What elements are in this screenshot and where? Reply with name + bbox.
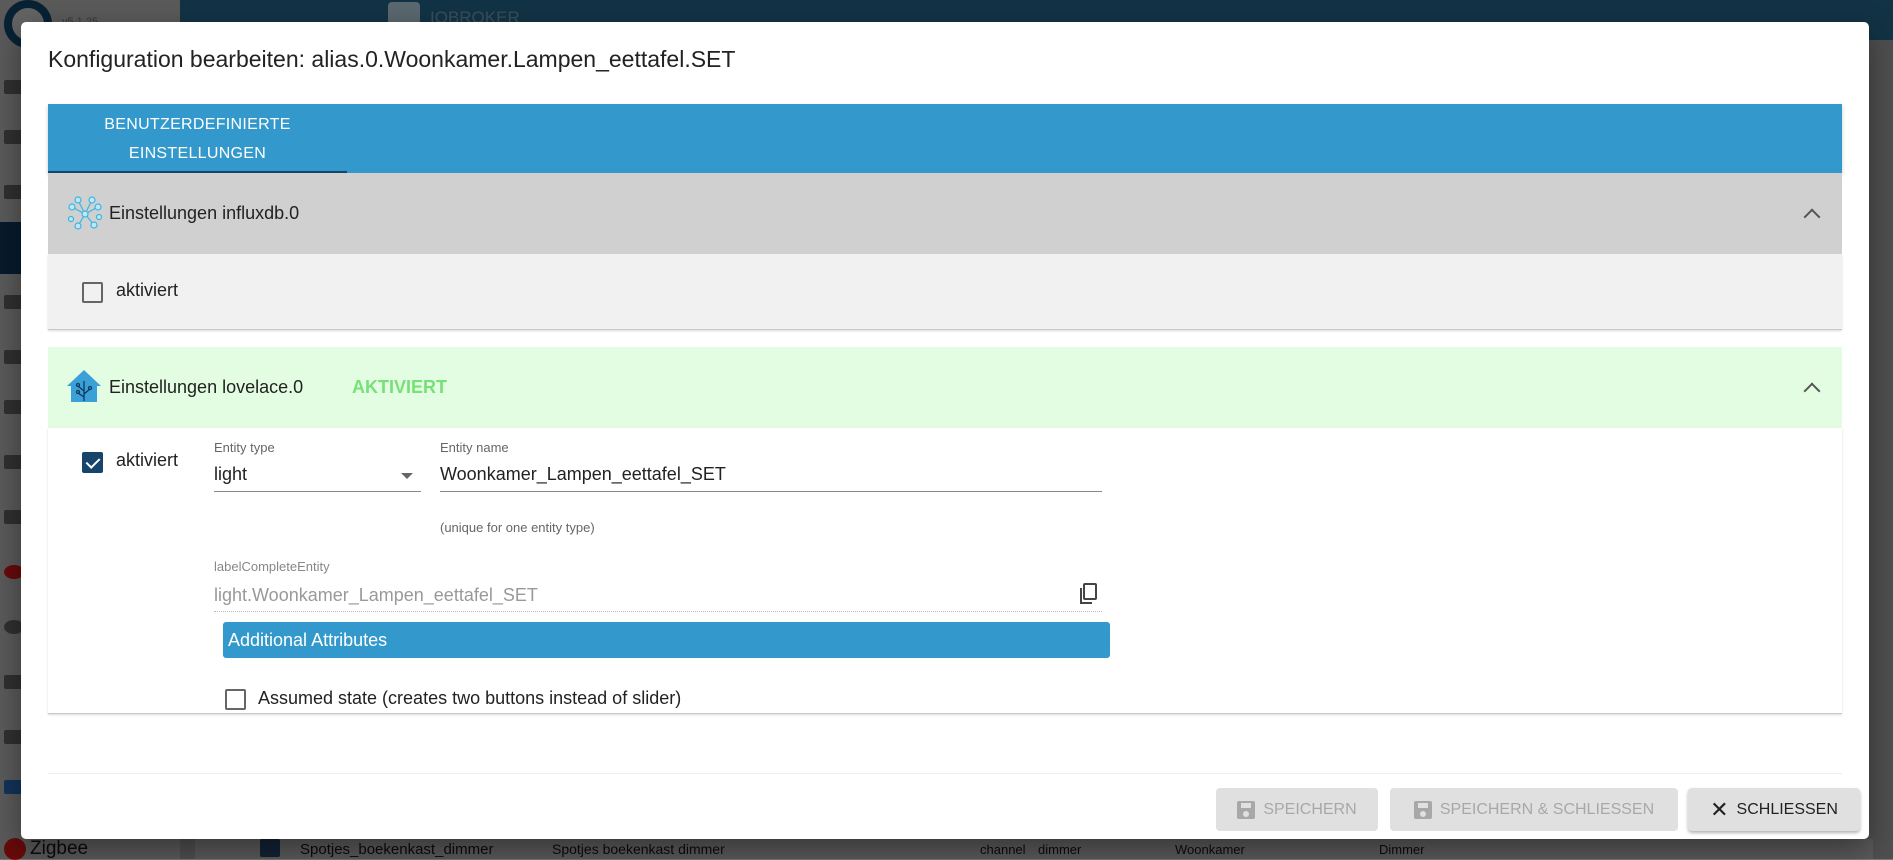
additional-attributes-header[interactable]: Additional Attributes [223, 622, 1110, 658]
complete-entity-value: light.Woonkamer_Lampen_eettafel_SET [214, 585, 538, 605]
chevron-up-icon[interactable] [1803, 382, 1821, 400]
entity-type-label: Entity type [214, 440, 275, 455]
influxdb-icon [67, 196, 103, 230]
chevron-up-icon[interactable] [1803, 208, 1821, 226]
next-panel-edge [48, 773, 1842, 775]
dropdown-arrow-icon [401, 473, 413, 479]
entity-name-value: Woonkamer_Lampen_eettafel_SET [440, 464, 726, 484]
tab-custom-settings[interactable]: BENUTZERDEFINIERTE EINSTELLUNGEN [48, 104, 347, 173]
panel-body-lovelace: aktiviert Entity type light Entity name … [48, 428, 1842, 714]
save-button[interactable]: SPEICHERN [1216, 788, 1378, 831]
tab-label: EINSTELLUNGEN [128, 145, 267, 162]
save-and-close-button[interactable]: SPEICHERN & SCHLIESSEN [1390, 788, 1678, 831]
save-icon [1413, 800, 1432, 819]
checkbox-label: aktiviert [116, 450, 179, 470]
close-button[interactable]: ✕ SCHLIESSEN [1688, 788, 1860, 831]
tab-bar: BENUTZERDEFINIERTE EINSTELLUNGEN [48, 104, 1842, 173]
checkbox-label: aktiviert [116, 280, 179, 300]
underline [214, 491, 421, 492]
button-label: SPEICHERN & SCHLIESSEN [1439, 800, 1655, 818]
assumed-state-label: Assumed state (creates two buttons inste… [258, 688, 682, 708]
dialog-title: Konfiguration bearbeiten: alias.0.Woonka… [48, 46, 736, 72]
status-badge: AKTIVIERT [352, 377, 448, 397]
button-label: SPEICHERN [1263, 800, 1357, 818]
entity-type-select[interactable]: light [214, 458, 421, 492]
panel-title: Einstellungen influxdb.0 [109, 203, 300, 223]
config-dialog: Konfiguration bearbeiten: alias.0.Woonka… [21, 22, 1869, 839]
influxdb-enabled-checkbox[interactable] [82, 282, 103, 303]
copy-icon[interactable] [1078, 582, 1098, 606]
entity-type-value: light [214, 464, 248, 484]
complete-entity-label: labelCompleteEntity [214, 559, 330, 574]
lovelace-enabled-checkbox[interactable] [82, 452, 103, 473]
close-icon: ✕ [1710, 796, 1729, 822]
entity-name-input[interactable]: Woonkamer_Lampen_eettafel_SET [440, 458, 1102, 492]
panel-header-influxdb[interactable]: Einstellungen influxdb.0 [48, 173, 1842, 254]
panel-header-lovelace[interactable]: Einstellungen lovelace.0 AKTIVIERT [48, 347, 1842, 428]
button-label: SCHLIESSEN [1736, 800, 1838, 818]
panel-title: Einstellungen lovelace.0 [109, 377, 304, 397]
panel-body-influxdb: aktiviert [48, 254, 1842, 330]
assumed-state-checkbox[interactable] [225, 689, 246, 710]
complete-entity-field: light.Woonkamer_Lampen_eettafel_SET [214, 576, 1102, 612]
underline [214, 611, 1102, 612]
entity-name-label: Entity name [440, 440, 509, 455]
entity-name-helper: (unique for one entity type) [440, 520, 595, 535]
underline [440, 491, 1102, 492]
tab-label: BENUTZERDEFINIERTE [104, 116, 291, 133]
save-icon [1237, 800, 1256, 819]
home-assistant-icon [67, 370, 101, 402]
